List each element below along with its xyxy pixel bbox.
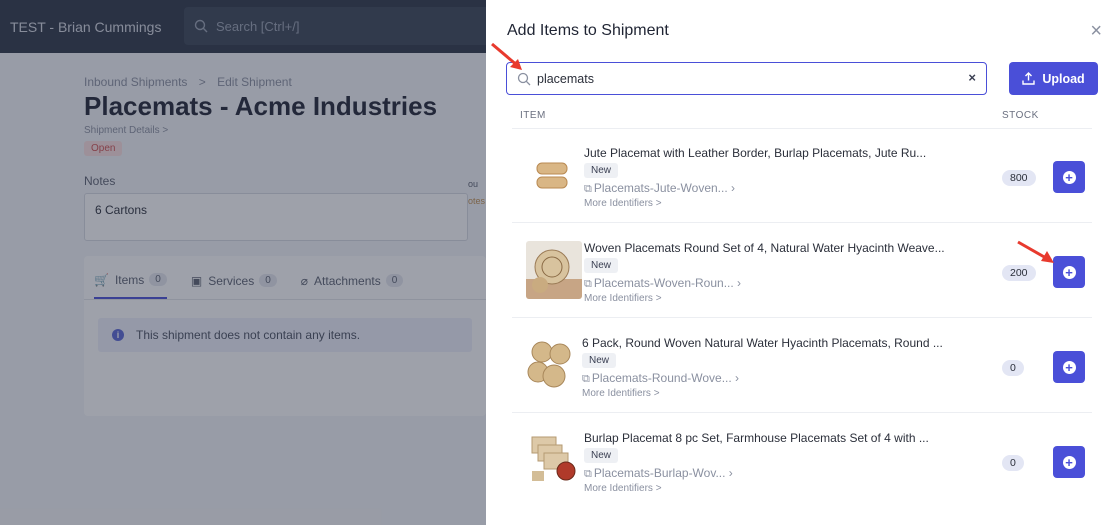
more-identifiers-link[interactable]: More Identifiers > xyxy=(584,293,662,304)
dialog-title: Add Items to Shipment xyxy=(507,22,669,39)
results-list: Jute Placemat with Leather Border, Burla… xyxy=(512,128,1092,508)
plus-icon: + xyxy=(1062,455,1076,469)
copy-icon[interactable]: ⧉ xyxy=(584,468,592,480)
item-sku: Placemats-Woven-Roun... xyxy=(593,276,734,290)
list-item: Burlap Placemat 8 pc Set, Farmhouse Plac… xyxy=(512,414,1092,508)
add-item-button[interactable]: + xyxy=(1053,446,1085,478)
copy-icon[interactable]: ⧉ xyxy=(584,183,592,195)
list-item: 6 Pack, Round Woven Natural Water Hyacin… xyxy=(512,319,1092,413)
new-badge: New xyxy=(584,258,619,273)
results-header: ITEM STOCK xyxy=(512,108,1092,126)
more-identifiers-link[interactable]: More Identifiers > xyxy=(584,483,662,494)
item-thumbnail xyxy=(526,431,582,489)
item-sku: Placemats-Round-Wove... xyxy=(591,371,732,385)
add-items-dialog: Add Items to Shipment × × Upload ITEM ST… xyxy=(486,0,1118,525)
new-badge: New xyxy=(584,163,619,178)
list-item: Jute Placemat with Leather Border, Burla… xyxy=(512,129,1092,223)
more-identifiers-link[interactable]: More Identifiers > xyxy=(584,198,662,209)
item-sku-link[interactable]: ⧉ Placemats-Round-Wove... › xyxy=(582,371,739,386)
stock-badge: 0 xyxy=(1002,455,1024,471)
column-item: ITEM xyxy=(520,110,546,121)
item-sku-link[interactable]: ⧉ Placemats-Jute-Woven... › xyxy=(584,181,735,196)
item-name: Woven Placemats Round Set of 4, Natural … xyxy=(584,241,945,255)
new-badge: New xyxy=(584,448,619,463)
item-sku-link[interactable]: ⧉ Placemats-Woven-Roun... › xyxy=(584,276,741,291)
item-search-input[interactable] xyxy=(537,71,957,86)
close-icon[interactable]: × xyxy=(1090,21,1102,41)
item-thumbnail xyxy=(526,146,582,204)
clear-search-icon[interactable]: × xyxy=(968,70,976,85)
item-sku-link[interactable]: ⧉ Placemats-Burlap-Wov... › xyxy=(584,466,733,481)
stock-badge: 800 xyxy=(1002,170,1036,186)
add-item-button[interactable]: + xyxy=(1053,256,1085,288)
item-name: 6 Pack, Round Woven Natural Water Hyacin… xyxy=(582,336,943,350)
add-item-button[interactable]: + xyxy=(1053,161,1085,193)
item-sku: Placemats-Jute-Woven... xyxy=(593,181,728,195)
upload-button[interactable]: Upload xyxy=(1009,62,1098,95)
more-identifiers-link[interactable]: More Identifiers > xyxy=(582,388,660,399)
plus-icon: + xyxy=(1062,360,1076,374)
plus-icon: + xyxy=(1062,170,1076,184)
upload-label: Upload xyxy=(1042,71,1085,86)
column-stock: STOCK xyxy=(1002,110,1039,121)
new-badge: New xyxy=(582,353,617,368)
item-thumbnail xyxy=(524,336,580,394)
copy-icon[interactable]: ⧉ xyxy=(584,278,592,290)
list-item: Woven Placemats Round Set of 4, Natural … xyxy=(512,224,1092,318)
upload-icon xyxy=(1022,72,1036,85)
item-thumbnail xyxy=(526,241,582,299)
item-sku: Placemats-Burlap-Wov... xyxy=(593,466,726,480)
item-name: Burlap Placemat 8 pc Set, Farmhouse Plac… xyxy=(584,431,929,445)
add-item-button[interactable]: + xyxy=(1053,351,1085,383)
stock-badge: 0 xyxy=(1002,360,1024,376)
item-search-field[interactable]: × xyxy=(506,62,987,95)
copy-icon[interactable]: ⧉ xyxy=(582,373,590,385)
plus-icon: + xyxy=(1062,265,1076,279)
stock-badge: 200 xyxy=(1002,265,1036,281)
search-icon xyxy=(517,72,531,85)
item-name: Jute Placemat with Leather Border, Burla… xyxy=(584,146,927,160)
